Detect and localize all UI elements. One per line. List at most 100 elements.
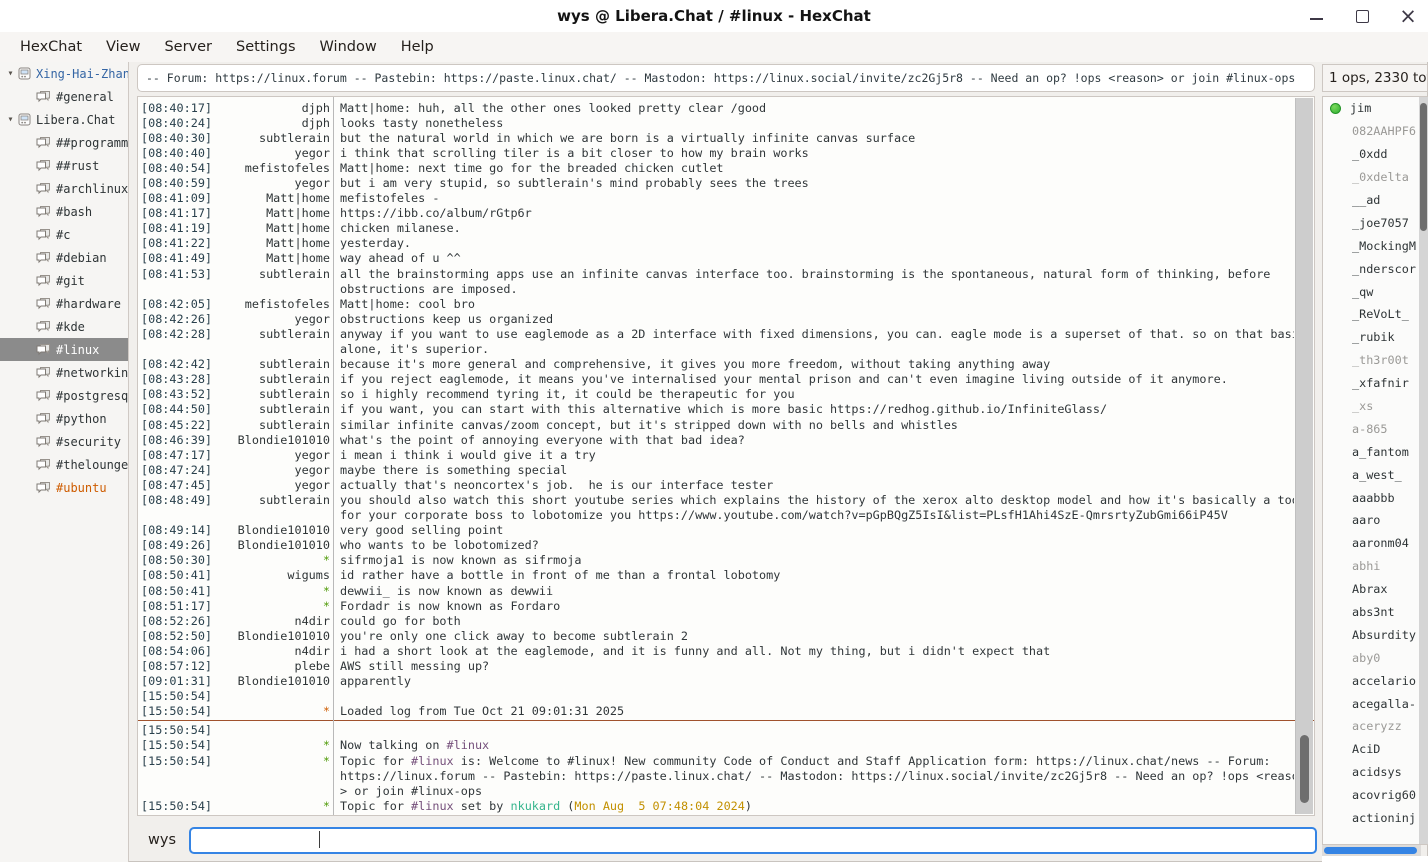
user-item--ad[interactable]: __ad <box>1323 189 1428 212</box>
user-item--joe7057[interactable]: _joe7057 <box>1323 211 1428 234</box>
channel-icon <box>36 481 51 494</box>
chat-message: > or join #linux-ops <box>330 784 482 798</box>
user-item--xs[interactable]: _xs <box>1323 395 1428 418</box>
userlist-horizontal-scrollbar[interactable] <box>1322 845 1421 856</box>
tree-item-hardware[interactable]: #hardware <box>0 292 128 315</box>
user-item--0xdd[interactable]: _0xdd <box>1323 143 1428 166</box>
user-item-aaronm04[interactable]: aaronm04 <box>1323 532 1428 555</box>
chat-nick: Blondie101010 <box>220 674 330 688</box>
tree-item-linux[interactable]: #linux <box>0 338 128 361</box>
tree-item-kde[interactable]: #kde <box>0 315 128 338</box>
tree-item-c[interactable]: #c <box>0 223 128 246</box>
tree-item-python[interactable]: #python <box>0 407 128 430</box>
chat-scrollbar-thumb[interactable] <box>1300 735 1309 803</box>
user-nick: abhi <box>1352 559 1380 573</box>
user-item-a-865[interactable]: a-865 <box>1323 417 1428 440</box>
user-item--rubik[interactable]: _rubik <box>1323 326 1428 349</box>
chat-nick: Matt|home <box>220 206 330 220</box>
tree-item-networking[interactable]: #networking <box>0 361 128 384</box>
tree-item-archlinux[interactable]: #archlinux <box>0 177 128 200</box>
user-item-accelario[interactable]: accelario <box>1323 669 1428 692</box>
user-item-absurdity[interactable]: Absurdity <box>1323 623 1428 646</box>
tree-item-label: #git <box>56 274 85 288</box>
user-item-jim[interactable]: jim <box>1323 97 1428 120</box>
chat-nick: * <box>220 704 330 718</box>
chat-timestamp: [15:50:54] <box>138 704 220 718</box>
tree-item-git[interactable]: #git <box>0 269 128 292</box>
message-input[interactable] <box>189 827 1317 854</box>
channel-icon <box>36 458 51 471</box>
user-item-aaabbb[interactable]: aaabbb <box>1323 486 1428 509</box>
menu-help[interactable]: Help <box>389 36 446 58</box>
user-item-aaro[interactable]: aaro <box>1323 509 1428 532</box>
user-item-abrax[interactable]: Abrax <box>1323 578 1428 601</box>
chat-lines: [08:40:17]djphMatt|home: huh, all the ot… <box>138 100 1294 813</box>
userlist-scrollbar[interactable] <box>1419 97 1428 844</box>
userlist-horizontal-scrollbar-thumb[interactable] <box>1324 847 1417 854</box>
expander-icon[interactable]: ▾ <box>3 114 18 125</box>
chat-line: [08:41:17]Matt|homehttps://ibb.co/album/… <box>138 206 1294 221</box>
chat-nick: yegor <box>220 463 330 477</box>
channel-icon <box>36 435 51 448</box>
chat-message: anyway if you want to use eaglemode as a… <box>330 327 1294 341</box>
user-item--xfafnir[interactable]: _xfafnir <box>1323 372 1428 395</box>
user-item-a-fantom[interactable]: a_fantom <box>1323 440 1428 463</box>
user-item-acidsys[interactable]: acidsys <box>1323 761 1428 784</box>
window-title: wys @ Libera.Chat / #linux - HexChat <box>557 7 871 25</box>
tree-item-rust[interactable]: ##rust <box>0 154 128 177</box>
user-item-abs3nt[interactable]: abs3nt <box>1323 601 1428 624</box>
tree-item-ubuntu[interactable]: #ubuntu <box>0 476 128 499</box>
tree-item-debian[interactable]: #debian <box>0 246 128 269</box>
chat-line: [08:40:30]subtlerainbut the natural worl… <box>138 130 1294 145</box>
user-item-abhi[interactable]: abhi <box>1323 555 1428 578</box>
tree-item-security[interactable]: #security <box>0 430 128 453</box>
tree-item-libera-chat[interactable]: ▾Libera.Chat <box>0 108 128 131</box>
chat-message: obstructions are imposed. <box>330 282 518 296</box>
tree-item-postgresql[interactable]: #postgresql <box>0 384 128 407</box>
menu-server[interactable]: Server <box>152 36 224 58</box>
chat-scrollbar[interactable] <box>1295 98 1313 814</box>
chat-timestamp: [08:42:26] <box>138 312 220 326</box>
menu-hexchat[interactable]: HexChat <box>8 36 94 58</box>
chat-line: [08:54:06]n4diri had a short look at the… <box>138 643 1294 658</box>
tree-item-thelounge[interactable]: #thelounge <box>0 453 128 476</box>
menu-window[interactable]: Window <box>308 36 389 58</box>
user-item-actioninj[interactable]: actioninj <box>1323 807 1428 830</box>
close-button[interactable]: × <box>1398 6 1418 26</box>
user-item-082aahpf6[interactable]: 082AAHPF6 <box>1323 120 1428 143</box>
user-item--qw[interactable]: _qw <box>1323 280 1428 303</box>
menu-view[interactable]: View <box>94 36 152 58</box>
user-item-a-west-[interactable]: a_west_ <box>1323 463 1428 486</box>
minimize-button[interactable] <box>1306 6 1326 26</box>
user-item--nderscor[interactable]: _nderscor <box>1323 257 1428 280</box>
chat-timestamp: [08:43:52] <box>138 387 220 401</box>
chat-message: so i highly recommend tyring it, it coul… <box>330 387 795 401</box>
user-item-acovrig60[interactable]: acovrig60 <box>1323 784 1428 807</box>
user-item-aceryzz[interactable]: aceryzz <box>1323 715 1428 738</box>
tree-item-xing-hai-zhan[interactable]: ▾Xing-Hai-Zhan <box>0 62 128 85</box>
expander-icon[interactable]: ▾ <box>3 68 18 79</box>
channel-icon <box>36 251 51 264</box>
user-nick: aby0 <box>1352 651 1380 665</box>
chat-line: [15:50:54]*Topic for #linux set by nkuka… <box>138 798 1294 813</box>
user-item--th3r00t[interactable]: _th3r00t <box>1323 349 1428 372</box>
user-item-acegalla-[interactable]: acegalla- <box>1323 692 1428 715</box>
chat-nick: yegor <box>220 312 330 326</box>
user-item-aby0[interactable]: aby0 <box>1323 646 1428 669</box>
user-nick: abs3nt <box>1352 605 1395 619</box>
menu-settings[interactable]: Settings <box>224 36 307 58</box>
tree-item-programming[interactable]: ##programming <box>0 131 128 154</box>
tree-item-general[interactable]: #general <box>0 85 128 108</box>
chat-nick: subtlerain <box>220 418 330 432</box>
user-item--0xdelta[interactable]: _0xdelta <box>1323 166 1428 189</box>
chat-timestamp: [08:50:41] <box>138 568 220 582</box>
tree-item-bash[interactable]: #bash <box>0 200 128 223</box>
chat-message: dewwii_ is now known as dewwii <box>330 584 553 598</box>
maximize-button[interactable] <box>1352 6 1372 26</box>
topic-bar[interactable]: -- Forum: https://linux.forum -- Pastebi… <box>137 64 1315 92</box>
userlist-scrollbar-thumb[interactable] <box>1420 103 1427 231</box>
user-item--revolt-[interactable]: _ReVoLt_ <box>1323 303 1428 326</box>
user-item--mockingm[interactable]: _MockingM <box>1323 234 1428 257</box>
user-item-acid[interactable]: AciD <box>1323 738 1428 761</box>
chat-message: maybe there is something special <box>330 463 567 477</box>
